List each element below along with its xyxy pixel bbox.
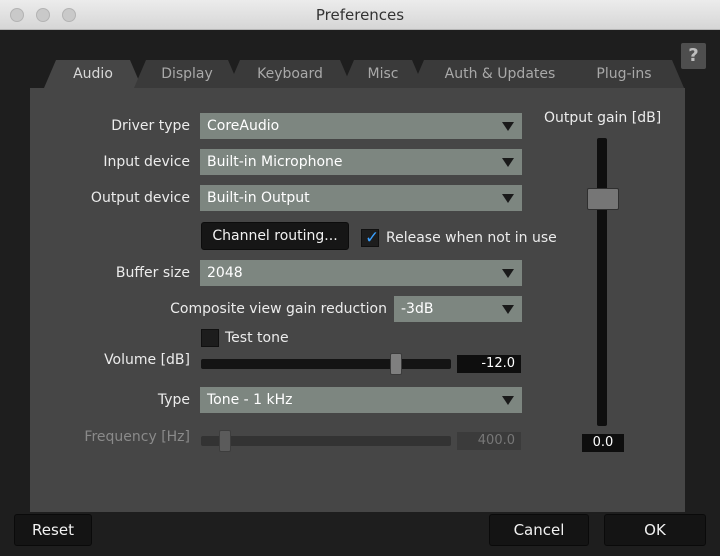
input-device-select[interactable]: Built-in Microphone (200, 149, 522, 175)
tab-keyboard[interactable]: Keyboard (228, 60, 352, 88)
buffer-size-label: Buffer size (115, 265, 190, 281)
help-icon[interactable]: ? (681, 43, 706, 69)
buffer-size-value: 2048 (207, 265, 243, 281)
window-title: Preferences (315, 6, 405, 24)
volume-value[interactable]: -12.0 (457, 355, 521, 373)
chevron-down-icon (502, 396, 514, 405)
chevron-down-icon (502, 158, 514, 167)
tab-misc[interactable]: Misc (342, 60, 424, 88)
type-value: Tone - 1 kHz (207, 392, 293, 408)
type-select[interactable]: Tone - 1 kHz (200, 387, 522, 413)
input-device-value: Built-in Microphone (207, 154, 343, 170)
tab-audio[interactable]: Audio (44, 60, 142, 88)
output-gain-slider-track[interactable] (597, 138, 607, 426)
chevron-down-icon (502, 194, 514, 203)
cancel-button[interactable]: Cancel (489, 514, 589, 546)
buffer-size-select[interactable]: 2048 (200, 260, 522, 286)
frequency-slider-thumb (219, 430, 231, 452)
chevron-down-icon (502, 305, 514, 314)
composite-gain-label: Composite view gain reduction (170, 301, 387, 317)
output-device-value: Built-in Output (207, 190, 310, 206)
composite-gain-select[interactable]: -3dB (394, 296, 522, 322)
test-tone-checkbox[interactable] (201, 329, 219, 347)
chevron-down-icon (502, 269, 514, 278)
frequency-label: Frequency [Hz] (84, 429, 190, 445)
input-device-label: Input device (103, 154, 190, 170)
composite-gain-value: -3dB (401, 301, 434, 317)
type-label: Type (157, 392, 190, 408)
frequency-slider-track (201, 436, 451, 446)
output-gain-label: Output gain [dB] (544, 110, 662, 126)
output-device-label: Output device (90, 190, 190, 206)
release-when-not-in-use-checkbox[interactable]: ✓ (361, 228, 380, 248)
driver-type-value: CoreAudio (207, 118, 280, 134)
tab-display[interactable]: Display (134, 60, 240, 88)
volume-slider-thumb[interactable] (390, 353, 402, 375)
tab-auth-updates[interactable]: Auth & Updates (412, 60, 588, 88)
frequency-value: 400.0 (457, 432, 521, 450)
volume-label: Volume [dB] (104, 352, 190, 368)
channel-routing-button[interactable]: Channel routing... (201, 222, 349, 250)
output-gain-value[interactable]: 0.0 (582, 434, 624, 452)
reset-button[interactable]: Reset (14, 514, 92, 546)
driver-type-select[interactable]: CoreAudio (200, 113, 522, 139)
output-device-select[interactable]: Built-in Output (200, 185, 522, 211)
output-gain-slider-thumb[interactable] (587, 188, 619, 210)
tab-bar: Audio Display Keyboard Misc Auth & Updat… (44, 60, 684, 88)
tab-plug-ins[interactable]: Plug-ins (564, 60, 684, 88)
release-when-not-in-use-label: Release when not in use (386, 230, 557, 246)
checkmark-icon: ✓ (365, 228, 380, 248)
ok-button[interactable]: OK (604, 514, 706, 546)
volume-slider-track[interactable] (201, 359, 451, 369)
driver-type-label: Driver type (111, 118, 190, 134)
title-bar: Preferences (0, 0, 720, 30)
test-tone-label: Test tone (225, 330, 289, 346)
preferences-dialog: ? Audio Display Keyboard Misc Auth & Upd… (0, 30, 720, 556)
chevron-down-icon (502, 122, 514, 131)
